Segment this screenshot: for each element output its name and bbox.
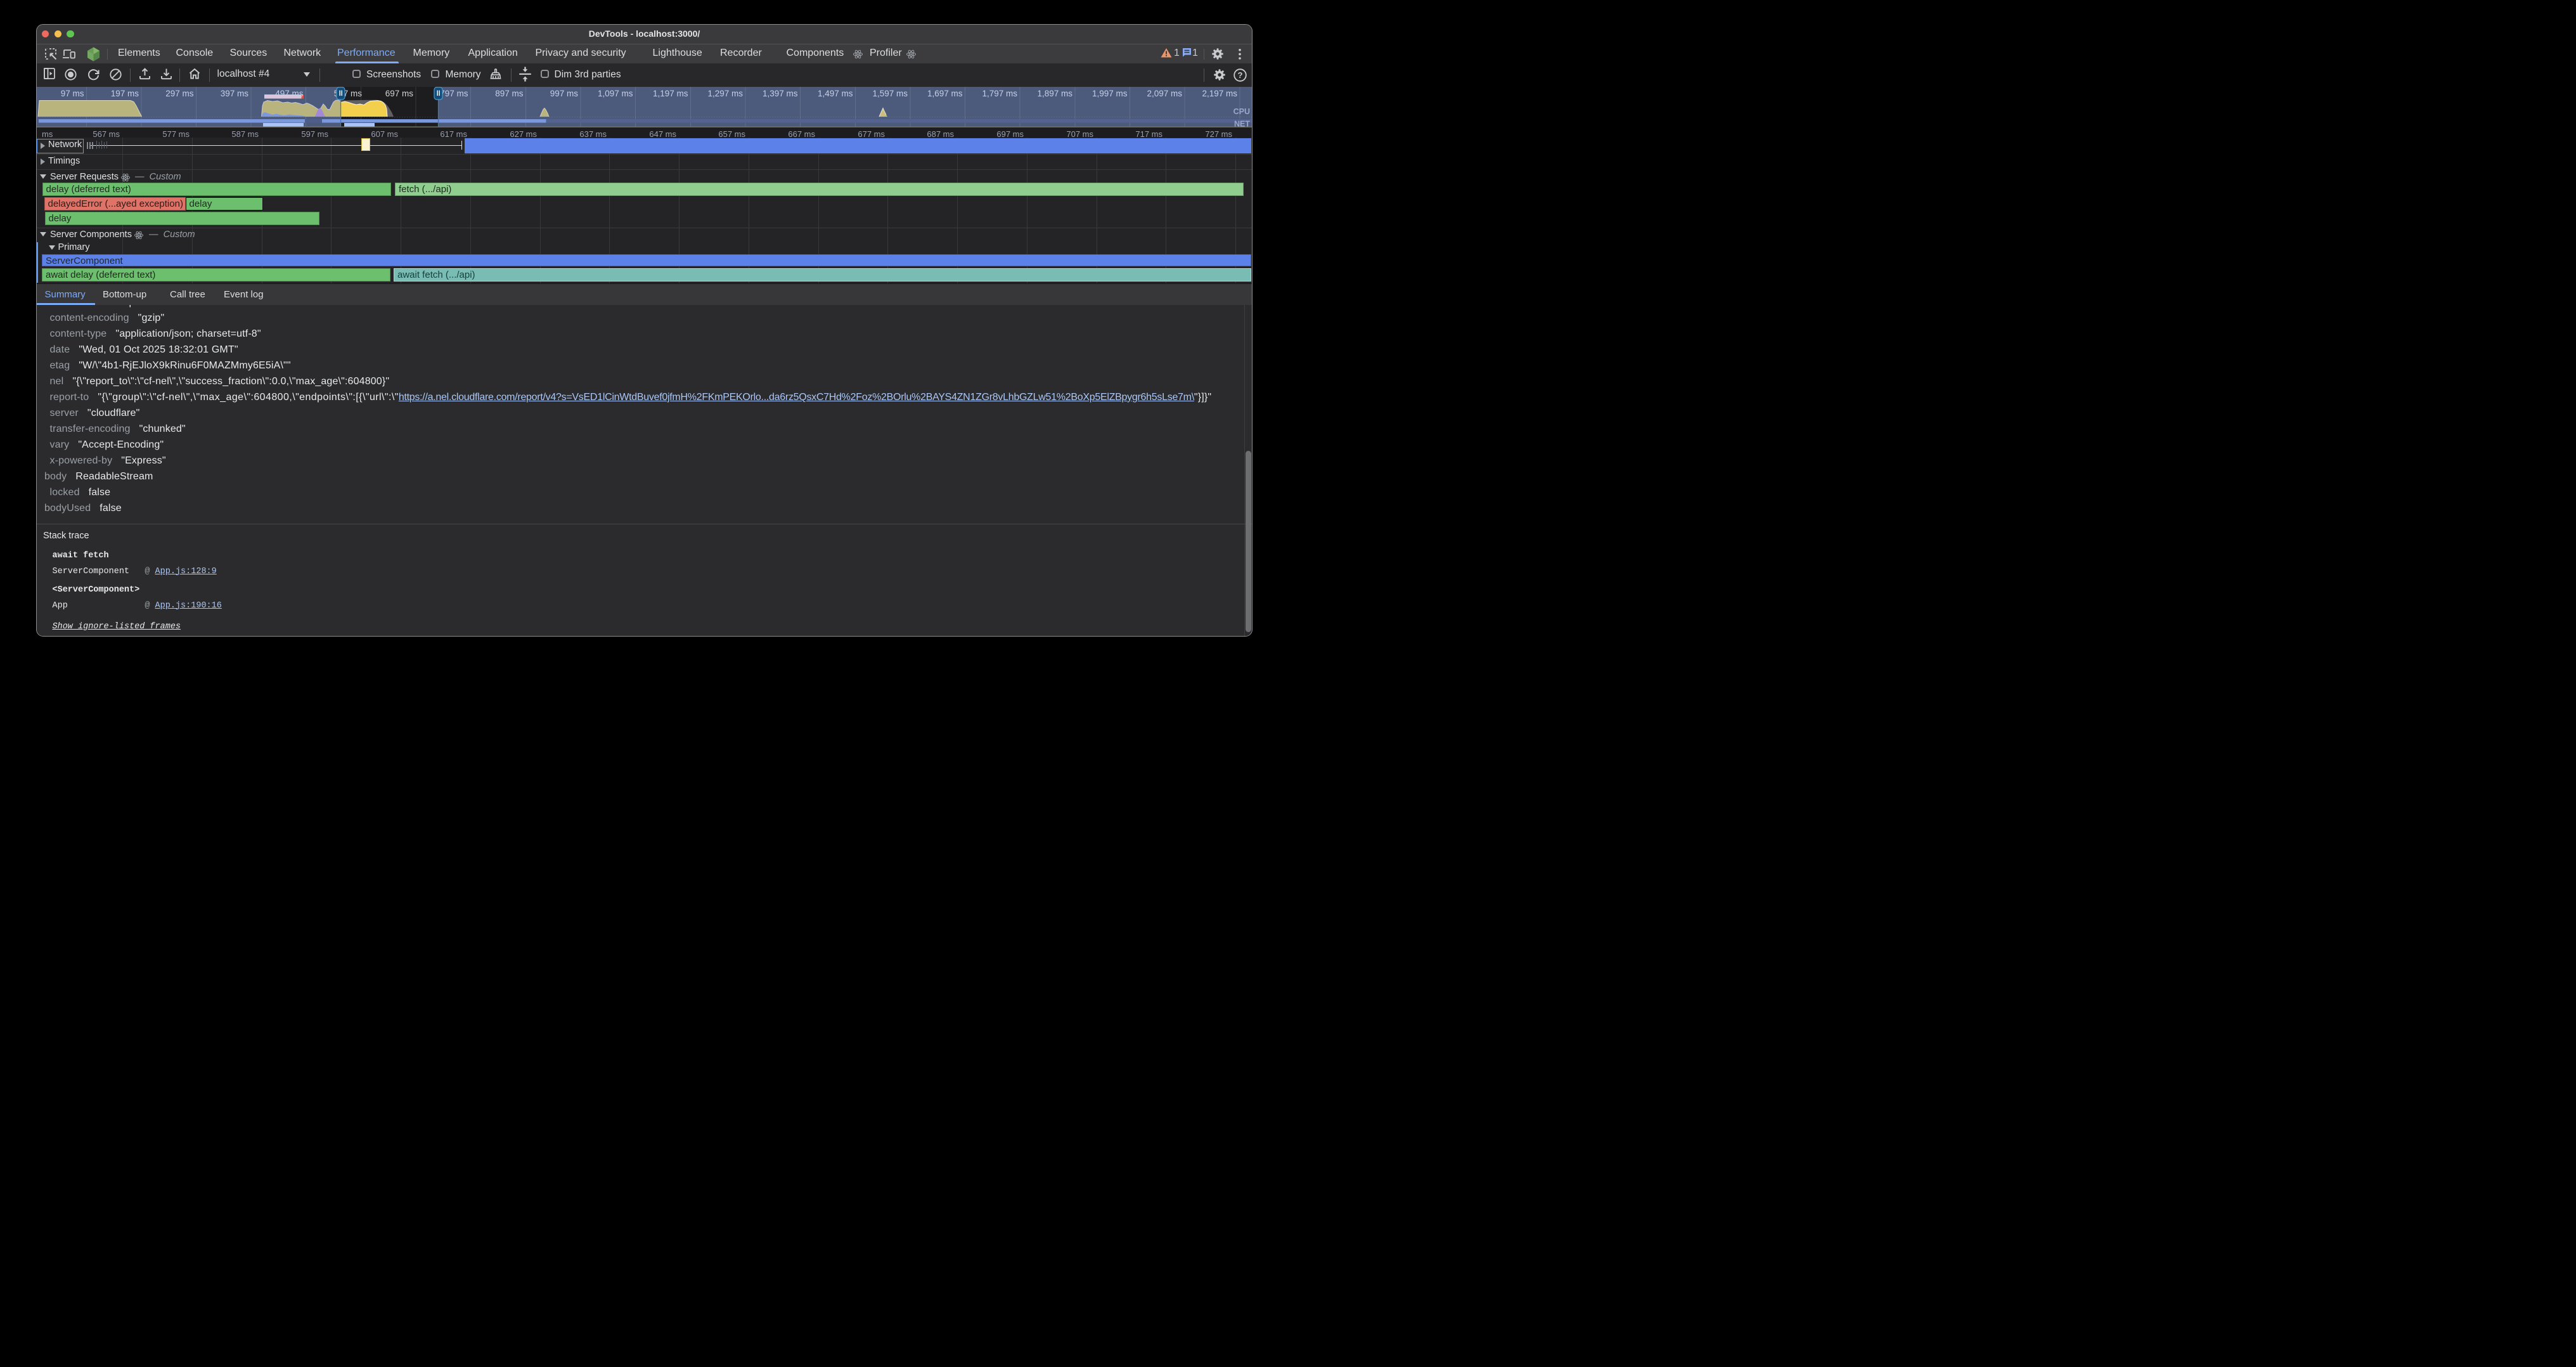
svg-text:997 ms: 997 ms — [550, 89, 579, 98]
svg-text:1,597 ms: 1,597 ms — [872, 89, 908, 98]
svg-text:797 ms: 797 ms — [440, 89, 468, 98]
svg-text:1,397 ms: 1,397 ms — [763, 89, 798, 98]
svg-text:CPU: CPU — [1233, 107, 1250, 116]
svg-text:97 ms: 97 ms — [61, 89, 84, 98]
svg-text:1,997 ms: 1,997 ms — [1092, 89, 1128, 98]
svg-text:1,697 ms: 1,697 ms — [927, 89, 963, 98]
svg-text:?: ? — [1237, 70, 1242, 80]
svg-text:1,097 ms: 1,097 ms — [598, 89, 633, 98]
svg-text:2,097 ms: 2,097 ms — [1147, 89, 1182, 98]
svg-text:297 ms: 297 ms — [165, 89, 194, 98]
svg-text:697 ms: 697 ms — [385, 89, 414, 98]
svg-text:2,197 ms: 2,197 ms — [1202, 89, 1237, 98]
svg-text:197 ms: 197 ms — [111, 89, 139, 98]
svg-text:1,297 ms: 1,297 ms — [707, 89, 743, 98]
svg-text:897 ms: 897 ms — [495, 89, 524, 98]
svg-text:497 ms: 497 ms — [275, 89, 304, 98]
svg-text:1,497 ms: 1,497 ms — [818, 89, 853, 98]
svg-text:1,897 ms: 1,897 ms — [1037, 89, 1072, 98]
svg-text:1,197 ms: 1,197 ms — [653, 89, 688, 98]
svg-text:397 ms: 397 ms — [221, 89, 249, 98]
svg-text:1,797 ms: 1,797 ms — [982, 89, 1017, 98]
svg-text:NET: NET — [1234, 119, 1250, 127]
